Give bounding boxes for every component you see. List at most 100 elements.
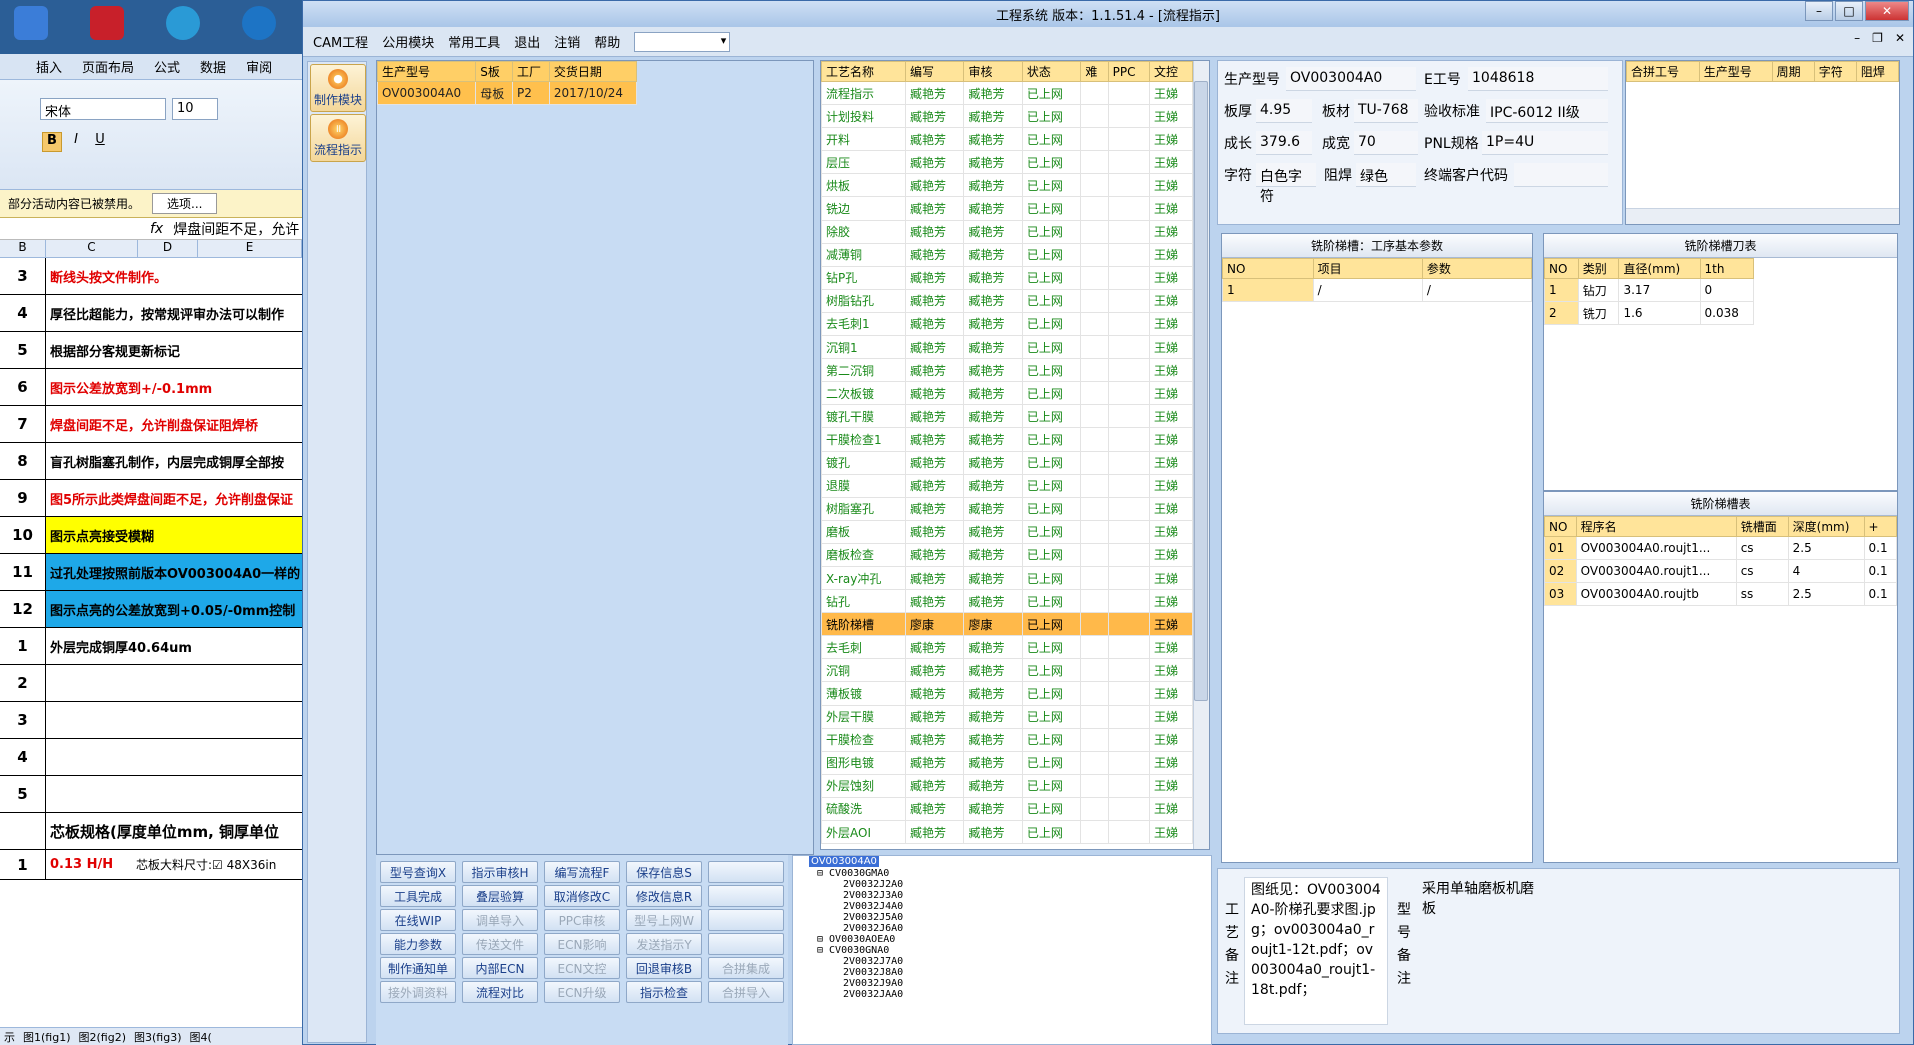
order-row[interactable]: OV003004A0 母板 P2 2017/10/24 (377, 81, 638, 105)
process-row[interactable]: 树脂塞孔 臧艳芳 臧艳芳 已上网 王娣 (821, 496, 1193, 521)
merge-col-header[interactable]: 字符 (1813, 61, 1857, 82)
value-standard[interactable]: IPC-6012 II级 (1486, 99, 1608, 123)
process-row[interactable]: 沉铜1 臧艳芳 臧艳芳 已上网 王娣 (821, 335, 1193, 360)
row-text[interactable]: 图示点亮接受模糊 (46, 517, 302, 553)
close-icon[interactable]: ✕ (1865, 1, 1909, 21)
process-row[interactable]: 减薄铜 臧艳芳 臧艳芳 已上网 王娣 (821, 242, 1193, 267)
value-char[interactable]: 白色字符 (1256, 163, 1316, 205)
process-row[interactable]: 铣阶梯槽 廖康 廖康 已上网 王娣 (821, 612, 1193, 637)
action-button[interactable]: 保存信息S (626, 861, 702, 883)
row-text[interactable] (46, 702, 302, 738)
tree-node[interactable]: 2V0032J8A0 (843, 967, 903, 978)
action-button[interactable]: 合拼导入 (708, 981, 784, 1003)
row-text[interactable]: 图5所示此类焊盘间距不足，允许削盘保证 (46, 480, 302, 516)
tool-row[interactable]: 2 铣刀 1.6 0.038 (1544, 301, 1755, 325)
process-row[interactable]: 外层AOI 臧艳芳 臧艳芳 已上网 王娣 (821, 819, 1193, 845)
minimize-icon[interactable]: – (1805, 1, 1833, 21)
value-model[interactable]: OV003004A0 (1286, 67, 1416, 91)
process-row[interactable]: 烘板 臧艳芳 臧艳芳 已上网 王娣 (821, 173, 1193, 198)
row-text[interactable]: 图示公差放宽到+/-0.1mm (46, 369, 302, 405)
process-row[interactable]: 去毛刺 臧艳芳 臧艳芳 已上网 王娣 (821, 635, 1193, 660)
nav-process-guide[interactable]: ॥ 流程指示 (310, 114, 366, 162)
desktop-icon-4[interactable] (242, 6, 276, 40)
order-col-header[interactable]: 交货日期 (548, 61, 638, 82)
tree-node[interactable]: 2V0032JAA0 (843, 989, 903, 1000)
value-length[interactable]: 379.6 (1256, 131, 1312, 155)
process-row[interactable]: 镀孔干膜 臧艳芳 臧艳芳 已上网 王娣 (821, 404, 1193, 429)
tree-node[interactable]: 2V0032J2A0 (843, 879, 903, 890)
tree-node[interactable]: ⊟ OV0030AOEA0 (817, 934, 895, 945)
action-button[interactable] (708, 909, 784, 931)
process-row[interactable]: 计划投料 臧艳芳 臧艳芳 已上网 王娣 (821, 104, 1193, 129)
process-row[interactable]: 干膜检查1 臧艳芳 臧艳芳 已上网 王娣 (821, 427, 1193, 452)
action-button[interactable]: ECN文控 (544, 957, 620, 979)
slot-col-header[interactable]: NO (1544, 516, 1577, 537)
value-thickness[interactable]: 4.95 (1256, 99, 1312, 123)
process-col-header[interactable]: 编写 (904, 61, 965, 82)
process-row[interactable]: 钻孔 臧艳芳 臧艳芳 已上网 王娣 (821, 589, 1193, 614)
action-button[interactable]: 型号上网W (626, 909, 702, 931)
tool-col-header[interactable]: 1th (1699, 258, 1755, 279)
action-button[interactable] (708, 861, 784, 883)
action-button[interactable]: 内部ECN (462, 957, 538, 979)
font-name-box[interactable]: 宋体 (40, 98, 166, 120)
scroll-thumb[interactable] (1194, 81, 1208, 701)
row-text[interactable]: 焊盘间距不足，允许削盘保证阻焊桥 (46, 406, 302, 442)
slot-row[interactable]: 01 OV003004A0.roujt1... cs 2.5 0.1 (1544, 536, 1897, 560)
excel-tab[interactable]: 插入 (26, 57, 72, 76)
row-text[interactable]: 根据部分客规更新标记 (46, 332, 302, 368)
row-text[interactable]: 图示点亮的公差放宽到+0.05/-0mm控制 (46, 591, 302, 627)
value-e-no[interactable]: 1048618 (1468, 67, 1608, 91)
sheet-tab[interactable]: 图3(fig3) (134, 1029, 182, 1045)
nav-make-module[interactable]: ● 制作模块 (310, 64, 366, 112)
order-col-header[interactable]: S板 (475, 61, 514, 82)
column-header[interactable]: C (46, 240, 138, 257)
process-row[interactable]: 干膜检查 臧艳芳 臧艳芳 已上网 王娣 (821, 727, 1193, 752)
action-button[interactable]: 取消修改C (544, 885, 620, 907)
tree-root[interactable]: OV003004A0 (809, 856, 879, 867)
menu-logout[interactable]: 注销 (554, 32, 580, 51)
process-row[interactable]: 去毛刺1 臧艳芳 臧艳芳 已上网 王娣 (821, 311, 1193, 337)
process-col-header[interactable]: 审核 (963, 61, 1023, 82)
excel-tab[interactable]: 公式 (144, 57, 190, 76)
mdi-minimize-icon[interactable]: – (1854, 31, 1860, 45)
base-param-col-header[interactable]: 参数 (1421, 258, 1532, 279)
desktop-icon-3[interactable] (166, 6, 200, 40)
excel-tab[interactable]: 审阅 (236, 57, 282, 76)
desktop-icon-acrobat[interactable] (90, 6, 124, 40)
merge-col-header[interactable]: 阻焊 (1855, 61, 1899, 82)
excel-tab[interactable]: 页面布局 (72, 57, 144, 76)
tree-node[interactable]: 2V0032J6A0 (843, 923, 903, 934)
row-text[interactable] (46, 776, 302, 812)
maximize-icon[interactable]: □ (1835, 1, 1863, 21)
row-text[interactable]: 盲孔树脂塞孔制作，内层完成铜厚全部按 (46, 443, 302, 479)
order-col-header[interactable]: 生产型号 (377, 61, 477, 82)
tree-node[interactable]: ⊟ CV0030GMA0 (817, 868, 889, 879)
italic-button[interactable]: I (66, 132, 86, 152)
process-row[interactable]: 磨板 臧艳芳 臧艳芳 已上网 王娣 (821, 519, 1193, 544)
process-row[interactable]: 沉铜 臧艳芳 臧艳芳 已上网 王娣 (821, 658, 1193, 683)
slot-col-header[interactable]: + (1863, 516, 1897, 537)
process-row[interactable]: 钻P孔 臧艳芳 臧艳芳 已上网 王娣 (821, 265, 1193, 290)
excel-tab[interactable]: 数据 (190, 57, 236, 76)
row-text[interactable] (46, 739, 302, 775)
value-pnl[interactable]: 1P=4U (1482, 131, 1608, 155)
tree-node[interactable]: 2V0032J4A0 (843, 901, 903, 912)
slot-col-header[interactable]: 铣槽面 (1735, 516, 1789, 537)
process-row[interactable]: 层压 臧艳芳 臧艳芳 已上网 王娣 (821, 150, 1193, 175)
process-row[interactable]: 硫酸洗 臧艳芳 臧艳芳 已上网 王娣 (821, 796, 1193, 822)
merge-hscrollbar[interactable] (1626, 208, 1899, 224)
value-width[interactable]: 70 (1354, 131, 1418, 155)
menu-help[interactable]: 帮助 (594, 32, 620, 51)
tree-node[interactable]: ⊟ CV0030GNA0 (817, 945, 889, 956)
model-note-text[interactable]: 采用单轴磨板机磨板 (1416, 877, 1546, 937)
process-col-header[interactable]: 工艺名称 (821, 61, 906, 82)
action-button[interactable]: 制作通知单 (380, 957, 456, 979)
action-button[interactable]: 传送文件 (462, 933, 538, 955)
underline-button[interactable]: U (90, 132, 110, 152)
process-row[interactable]: 除胶 臧艳芳 臧艳芳 已上网 王娣 (821, 219, 1193, 244)
mdi-restore-icon[interactable]: ❐ (1872, 31, 1883, 45)
sheet-tab[interactable]: 图2(fig2) (79, 1029, 127, 1045)
process-row[interactable]: 二次板镀 臧艳芳 臧艳芳 已上网 王娣 (821, 381, 1193, 406)
tool-col-header[interactable]: 类别 (1577, 258, 1620, 279)
